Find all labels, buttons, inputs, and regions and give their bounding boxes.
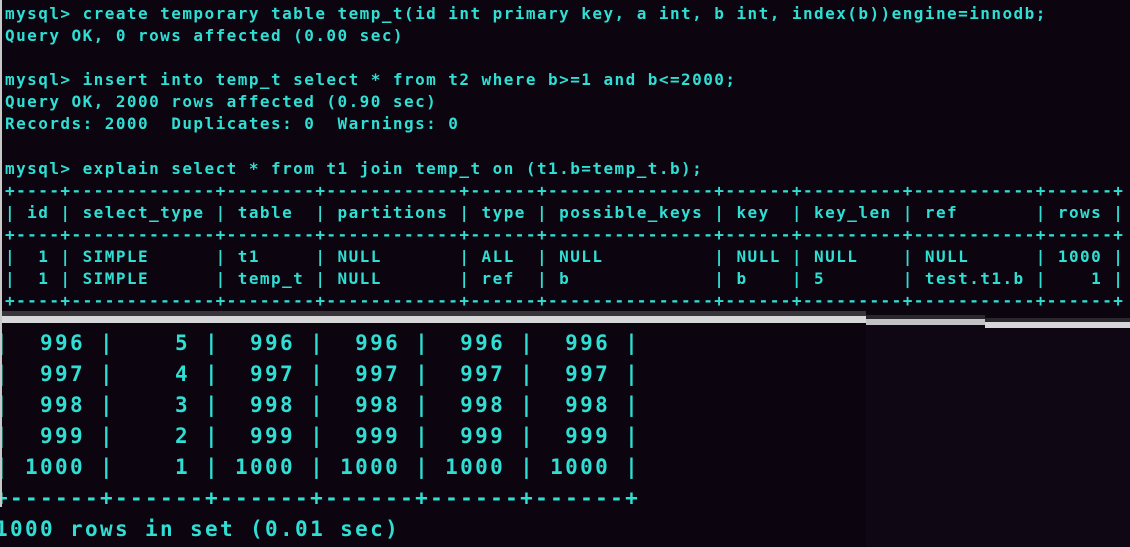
terminal-line <box>5 136 1124 158</box>
result-table-row: | 996 | 5 | 996 | 996 | 996 | 996 | <box>0 328 640 359</box>
terminal-line: Records: 2000 Duplicates: 0 Warnings: 0 <box>5 113 1124 135</box>
explain-table-border: +----+-------------+--------+-----------… <box>5 290 1124 312</box>
terminal-line <box>5 47 1124 69</box>
terminal-line: mysql> insert into temp_t select * from … <box>5 69 1124 91</box>
result-table-border: +------+------+------+------+------+----… <box>0 483 640 514</box>
explain-table-row: | 1 | SIMPLE | temp_t | NULL | ref | b |… <box>5 268 1124 290</box>
explain-table-header: | id | select_type | table | partitions … <box>5 202 1124 224</box>
horizontal-scrollbar-segment <box>0 316 866 323</box>
result-table-row: | 1000 | 1 | 1000 | 1000 | 1000 | 1000 | <box>0 452 640 483</box>
terminal-line: mysql> create temporary table temp_t(id … <box>5 3 1124 25</box>
terminal-line: Query OK, 2000 rows affected (0.90 sec) <box>5 91 1124 113</box>
result-table-row: | 999 | 2 | 999 | 999 | 999 | 999 | <box>0 421 640 452</box>
mysql-session-terminal[interactable]: mysql> create temporary table temp_t(id … <box>5 3 1124 312</box>
window-left-edge <box>0 0 2 507</box>
result-table-row: | 997 | 4 | 997 | 997 | 997 | 997 | <box>0 359 640 390</box>
explain-table-row: | 1 | SIMPLE | t1 | NULL | ALL | NULL | … <box>5 246 1124 268</box>
explain-table-border: +----+-------------+--------+-----------… <box>5 180 1124 202</box>
terminal-screen: mysql> create temporary table temp_t(id … <box>0 0 1130 547</box>
terminal-line: Query OK, 0 rows affected (0.00 sec) <box>5 25 1124 47</box>
horizontal-scrollbar-segment <box>985 322 1130 328</box>
rows-in-set-status: 1000 rows in set (0.01 sec) <box>0 514 640 545</box>
result-table-row: | 998 | 3 | 998 | 998 | 998 | 998 | <box>0 390 640 421</box>
terminal-line: mysql> explain select * from t1 join tem… <box>5 158 1124 180</box>
horizontal-scrollbar-segment <box>866 319 985 325</box>
explain-table-border: +----+-------------+--------+-----------… <box>5 224 1124 246</box>
background-window-region <box>866 322 1130 547</box>
query-result-terminal[interactable]: | 996 | 5 | 996 | 996 | 996 | 996 || 997… <box>0 328 640 545</box>
